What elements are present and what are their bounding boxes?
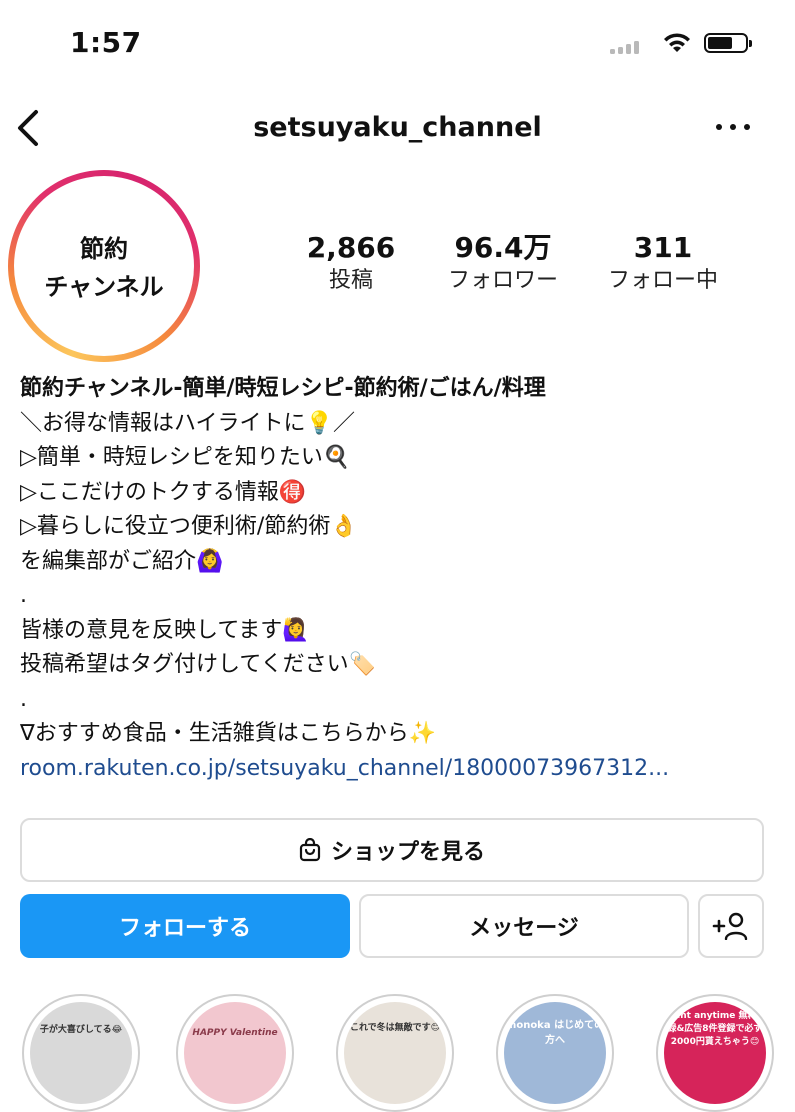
bio-name: 節約チャンネル-簡単/時短レシピ-節約術/ごはん/料理 <box>20 376 546 401</box>
add-user-icon <box>712 912 748 940</box>
profile-username: setsuyaku_channel <box>253 112 542 143</box>
highlight-cover: 子が大喜びしてる😂 <box>30 1002 132 1104</box>
bio-line: ∇おすすめ食品・生活雑貨はこちらから✨ <box>20 721 437 746</box>
follow-label: フォローする <box>118 916 251 941</box>
bio-line: . <box>20 583 27 608</box>
highlight-3[interactable]: これで冬は無敵です😊 <box>336 994 454 1112</box>
more-icon[interactable] <box>716 124 752 134</box>
bio-line: ＼お得な情報はハイライトに💡／ <box>20 410 355 436</box>
highlight-caption: 子が大喜びしてる😂 <box>39 1025 123 1035</box>
highlight-caption: HAPPY Valentine <box>192 1028 278 1038</box>
bio: 節約チャンネル-簡単/時短レシピ-節約術/ごはん/料理 ＼お得な情報はハイライト… <box>20 372 780 786</box>
bio-line: を編集部がご紹介🙆‍♀️ <box>20 548 224 574</box>
following-label: フォロー中 <box>607 268 718 293</box>
highlight-caption: point anytime 無料登録&広告8件登録で必ず2000円貰えちゃう😊 <box>664 1011 766 1047</box>
avatar-line-2: チャンネル <box>44 273 164 301</box>
bio-line: ▷暮らしに役立つ便利術/節約術👌 <box>20 514 358 539</box>
highlight-cover: monoka はじめての方へ <box>504 1002 606 1104</box>
message-label: メッセージ <box>469 916 579 941</box>
followers-count: 96.4万 <box>454 231 552 264</box>
highlight-cover: これで冬は無敵です😊 <box>344 1002 446 1104</box>
bio-line: ▷ここだけのトクする情報🉐 <box>20 479 307 505</box>
highlight-2[interactable]: HAPPY Valentine <box>176 994 294 1112</box>
highlight-cover: point anytime 無料登録&広告8件登録で必ず2000円貰えちゃう😊 <box>664 1002 766 1104</box>
bio-line: 投稿希望はタグ付けしてください🏷️ <box>20 652 377 677</box>
following-stat[interactable]: 311 フォロー中 <box>588 230 738 296</box>
posts-stat: 2,866 投稿 <box>276 230 426 296</box>
highlight-caption: monoka はじめての方へ <box>505 1020 605 1046</box>
suggested-users-button[interactable] <box>698 894 764 958</box>
highlight-4[interactable]: monoka はじめての方へ <box>496 994 614 1112</box>
posts-count: 2,866 <box>306 231 396 264</box>
highlight-1[interactable]: 子が大喜びしてる😂 <box>22 994 140 1112</box>
highlight-5[interactable]: point anytime 無料登録&広告8件登録で必ず2000円貰えちゃう😊 <box>656 994 774 1112</box>
signal-icon <box>610 40 648 54</box>
avatar-line-1: 節約 <box>80 235 128 263</box>
followers-label: フォロワー <box>447 268 558 293</box>
message-button[interactable]: メッセージ <box>359 894 689 958</box>
view-shop-label: ショップを見る <box>330 840 485 865</box>
highlight-caption: これで冬は無敵です😊 <box>349 1023 441 1033</box>
bio-line: ▷簡単・時短レシピを知りたい🍳 <box>20 445 351 470</box>
bio-link[interactable]: room.rakuten.co.jp/setsuyaku_channel/180… <box>20 752 780 787</box>
following-count: 311 <box>633 231 693 264</box>
avatar-logo-text: 節約 チャンネル <box>14 230 194 306</box>
followers-stat[interactable]: 96.4万 フォロワー <box>428 230 578 296</box>
follow-button[interactable]: フォローする <box>20 894 350 958</box>
shopping-bag-icon <box>299 838 321 862</box>
bio-line: . <box>20 686 27 712</box>
battery-icon <box>704 33 752 53</box>
view-shop-button[interactable]: ショップを見る <box>20 818 764 882</box>
posts-label: 投稿 <box>328 268 373 293</box>
bio-line: 皆様の意見を反映してます🙋‍♀️ <box>20 617 310 643</box>
highlight-cover: HAPPY Valentine <box>184 1002 286 1104</box>
status-time: 1:57 <box>70 26 142 59</box>
wifi-icon <box>664 33 690 52</box>
